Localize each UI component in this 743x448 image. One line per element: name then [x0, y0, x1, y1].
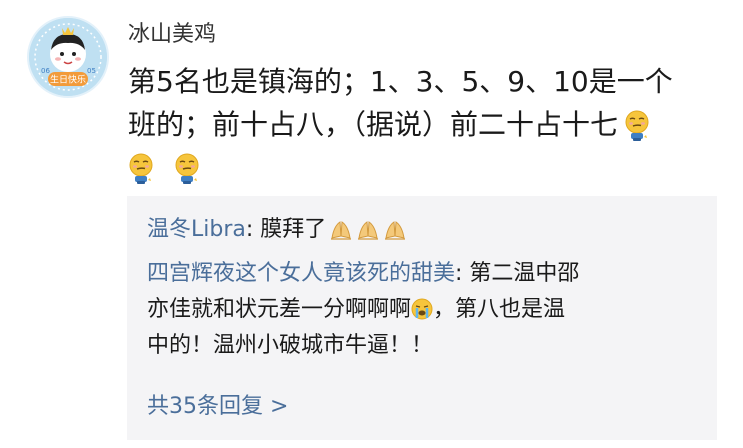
comment-text: 第二温中邵	[469, 261, 580, 286]
comment-item[interactable]: 四宫辉夜这个女人竟该死的甜美: 第二温中邵 亦佳就和状元差一分啊啊啊 ，第八也是温…	[147, 256, 579, 364]
post-text-line-2-text: 班的；前十占八，（据说）前二十占十七	[128, 108, 619, 141]
pray-emoji-icon	[330, 221, 352, 240]
comment-text: 亦佳就和状元差一分啊啊啊	[147, 297, 412, 322]
pray-emoji-icon	[357, 221, 379, 240]
comment-author[interactable]: 四宫辉夜这个女人竟该死的甜美	[147, 261, 455, 286]
comment-line: 中的！温州小破城市牛逼！！	[147, 328, 579, 364]
comment-separator: :	[245, 217, 261, 242]
comment-text: ，第八也是温	[433, 297, 566, 322]
post-text-line-1: 第5名也是镇海的；1、3、5、9、10是一个	[128, 65, 673, 98]
comment-line: 亦佳就和状元差一分啊啊啊 ，第八也是温	[147, 292, 579, 328]
comment-separator: :	[455, 261, 470, 286]
smirk-emoji-icon	[175, 153, 199, 185]
post-text-line-2: 班的；前十占八，（据说）前二十占十七	[128, 103, 718, 146]
avatar-left-text: 06	[41, 67, 50, 75]
avatar-right-text: 05	[87, 67, 96, 75]
avatar-badge-text: 生日快乐	[50, 74, 86, 86]
comment-text: 膜拜了	[260, 217, 327, 242]
post-author[interactable]: 冰山美鸡	[128, 20, 216, 50]
smirk-emoji-icon	[625, 110, 649, 142]
smirk-emoji-icon	[129, 153, 153, 185]
more-replies-link[interactable]: 共35条回复 >	[147, 392, 288, 422]
pray-emoji-icon	[384, 221, 406, 240]
avatar[interactable]: 06 05 生日快乐	[27, 16, 109, 98]
post-emoji-row	[128, 146, 718, 189]
comment-text: 中的！温州小破城市牛逼！！	[147, 333, 434, 358]
comment-line: 温冬Libra: 膜拜了	[147, 212, 407, 248]
comment-author[interactable]: 温冬Libra	[147, 217, 246, 242]
comments-panel: 温冬Libra: 膜拜了 四宫辉夜这个女人竟该死的甜美: 第二温中邵 亦佳就和状…	[127, 196, 717, 440]
post-body: 第5名也是镇海的；1、3、5、9、10是一个 班的；前十占八，（据说）前二十占十…	[128, 60, 718, 189]
comment-item[interactable]: 温冬Libra: 膜拜了	[147, 212, 407, 248]
crying-emoji-icon	[411, 298, 434, 320]
comment-line: 四宫辉夜这个女人竟该死的甜美: 第二温中邵	[147, 256, 579, 292]
